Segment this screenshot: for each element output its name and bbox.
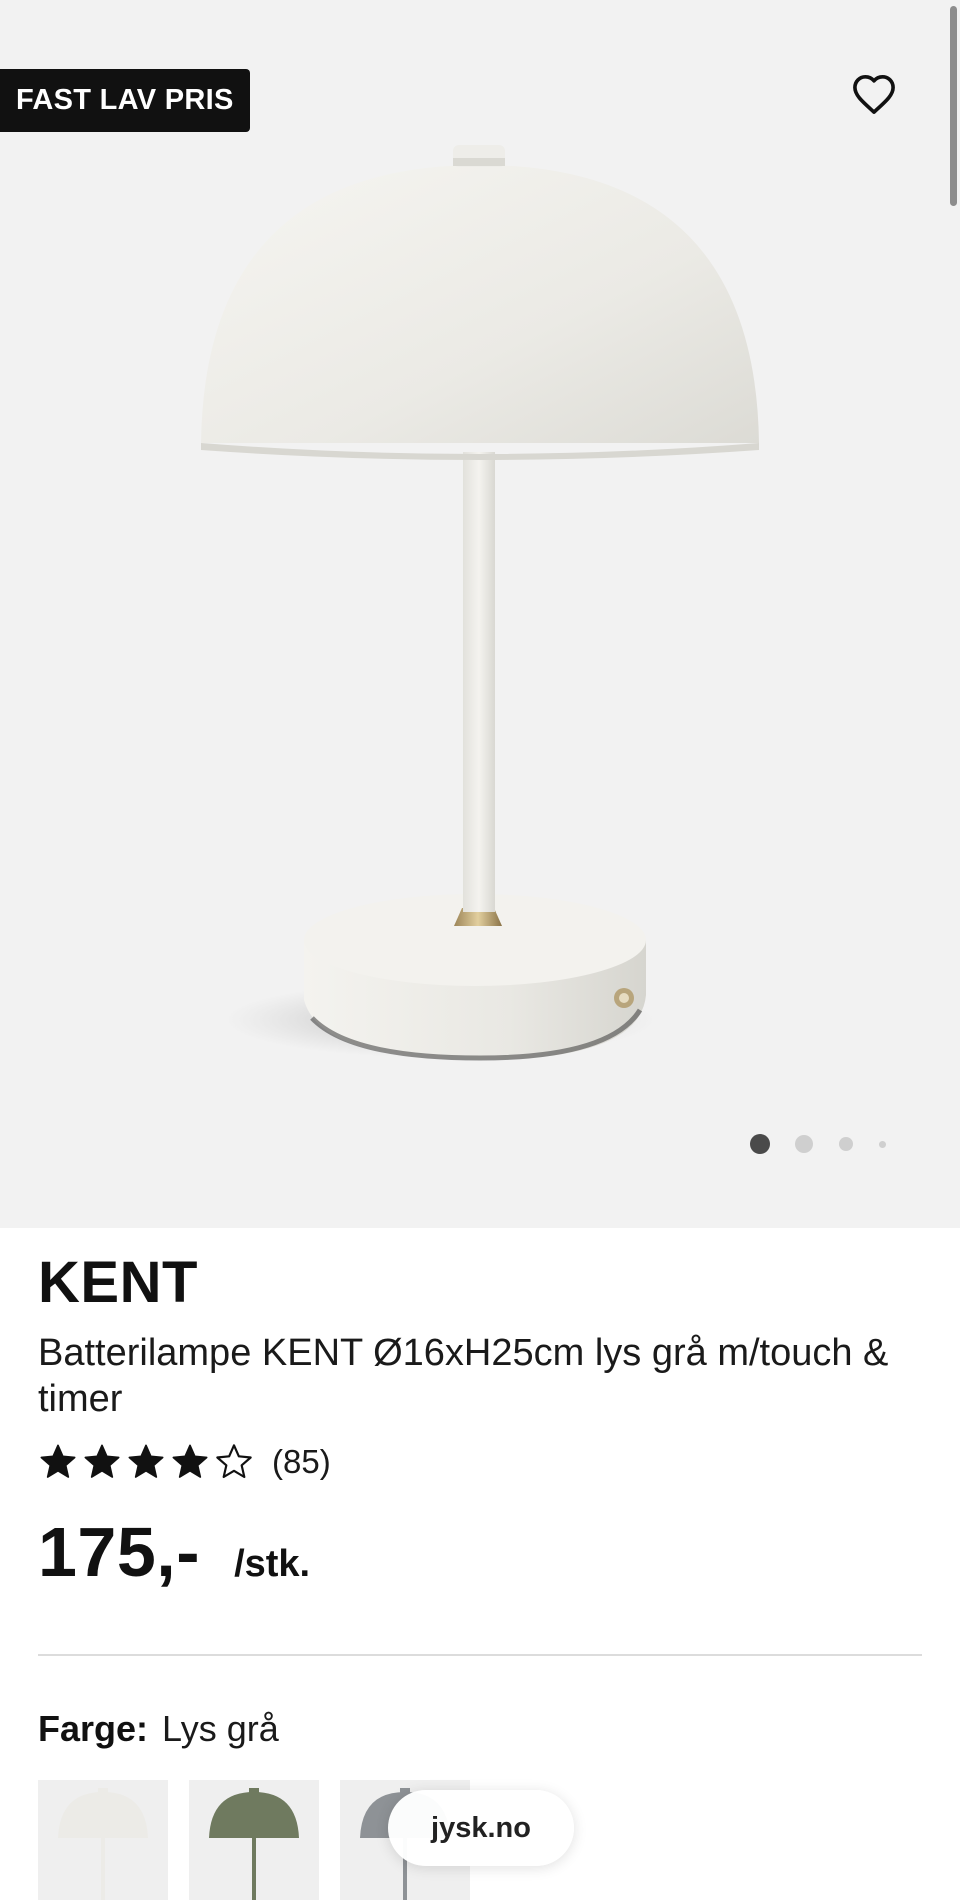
favorite-button[interactable] (846, 66, 902, 122)
price-unit: /stk. (234, 1543, 311, 1585)
carousel-indicator (0, 1133, 960, 1155)
rating-count: (85) (272, 1443, 331, 1480)
star-filled-icon (40, 1444, 76, 1478)
color-swatch[interactable] (38, 1780, 168, 1900)
page-scrollbar[interactable] (950, 6, 957, 206)
heart-outline-icon (853, 75, 895, 114)
color-swatch[interactable] (189, 1780, 319, 1900)
product-image (201, 145, 759, 1061)
swatch-lamp-thumbnail (209, 1788, 299, 1900)
swatch-lamp-thumbnail (58, 1788, 148, 1900)
rating-stars (38, 1442, 258, 1482)
carousel-dot[interactable] (878, 1140, 886, 1148)
product-image-carousel[interactable]: FAST LAV PRIS (0, 0, 960, 1228)
color-label: Farge: (38, 1708, 149, 1749)
carousel-dot[interactable] (839, 1137, 853, 1151)
star-filled-icon (84, 1444, 120, 1478)
color-selector-header: Farge: Lys grå (38, 1708, 279, 1750)
star-filled-icon (128, 1444, 164, 1478)
color-value: Lys grå (162, 1708, 279, 1749)
carousel-dot[interactable] (750, 1134, 770, 1154)
section-divider (38, 1654, 922, 1656)
star-filled-icon (172, 1444, 208, 1478)
product-brand: KENT (38, 1250, 198, 1315)
browser-url-pill[interactable]: jysk.no (388, 1790, 574, 1866)
product-rating[interactable]: (85) (38, 1442, 331, 1482)
carousel-dot[interactable] (795, 1135, 813, 1153)
product-price: 175,- (38, 1513, 201, 1591)
fast-lav-pris-badge: FAST LAV PRIS (0, 69, 250, 132)
star-empty-icon (216, 1444, 252, 1479)
product-page: FAST LAV PRIS KENT Batterilampe KENT Ø16… (0, 0, 960, 1900)
price-row: 175,- /stk. (38, 1512, 310, 1592)
product-description: Batterilampe KENT Ø16xH25cm lys grå m/to… (38, 1332, 889, 1420)
